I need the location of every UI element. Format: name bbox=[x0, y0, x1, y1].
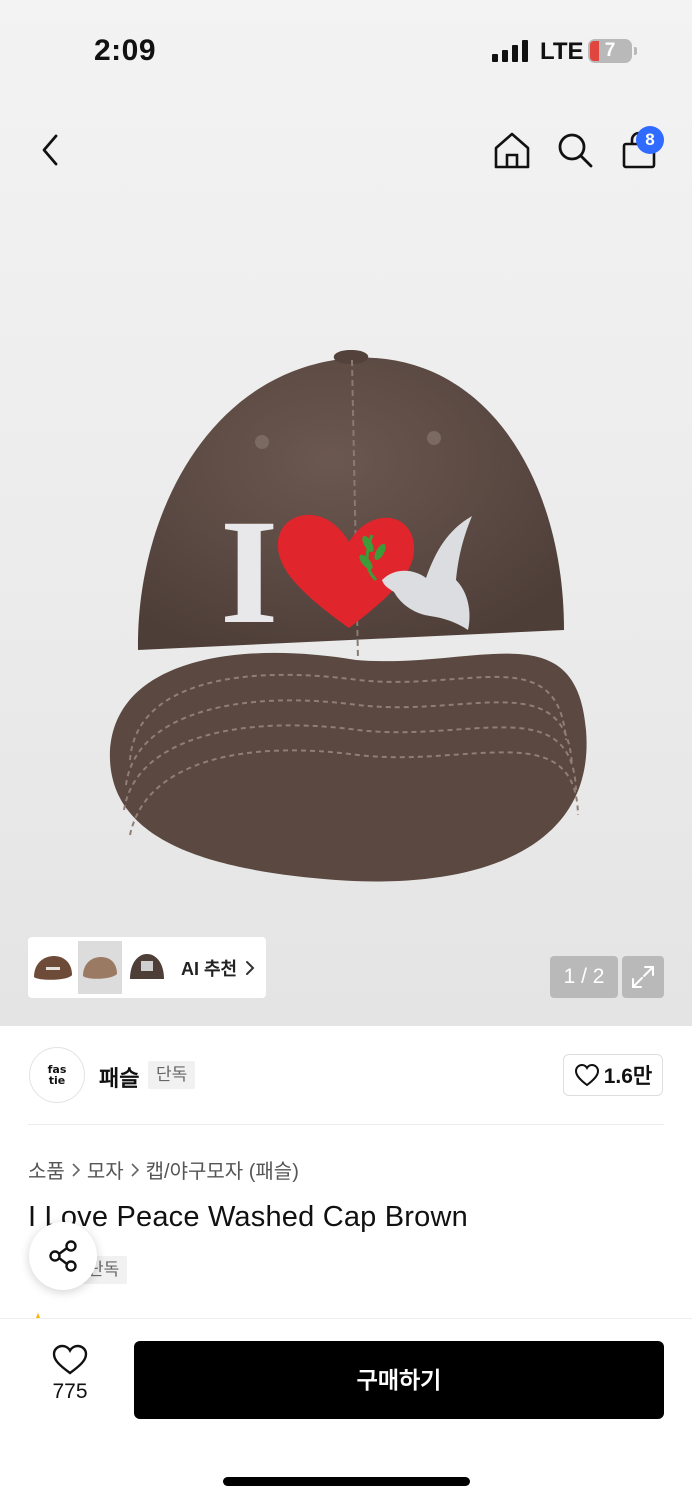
brand-like-button[interactable]: 1.6만 bbox=[563, 1054, 663, 1096]
share-button[interactable] bbox=[29, 1222, 97, 1290]
battery-level: 7 bbox=[604, 40, 616, 61]
brand-like-count: 1.6만 bbox=[603, 1065, 653, 1088]
buy-button[interactable]: 구매하기 bbox=[134, 1341, 664, 1419]
signal-icon bbox=[492, 40, 528, 62]
breadcrumb: 소품 모자 캡/야구모자 (패슬) bbox=[28, 1155, 299, 1184]
search-icon bbox=[558, 133, 593, 168]
brand-logo-line2: tie bbox=[48, 1074, 66, 1087]
home-button[interactable] bbox=[486, 124, 538, 176]
battery-tip bbox=[634, 47, 637, 55]
breadcrumb-item[interactable]: 모자 bbox=[87, 1155, 124, 1184]
brand-logo[interactable]: fas tie bbox=[29, 1047, 85, 1103]
breadcrumb-item[interactable]: 소품 bbox=[28, 1155, 65, 1184]
home-icon bbox=[494, 132, 530, 169]
exclusive-badge: 단독 bbox=[148, 1061, 196, 1089]
search-button[interactable] bbox=[549, 124, 601, 176]
wishlist-button[interactable]: 775 bbox=[36, 1344, 104, 1416]
thumbnail-1[interactable] bbox=[31, 941, 75, 994]
chevron-right-icon bbox=[72, 1162, 80, 1177]
status-bar: 2:09 LTE 7 bbox=[0, 0, 692, 100]
heart-icon bbox=[574, 1063, 599, 1087]
wishlist-count: 775 bbox=[52, 1380, 88, 1403]
chevron-left-icon bbox=[42, 134, 58, 166]
heart-icon bbox=[52, 1344, 88, 1375]
image-page-indicator: 1 / 2 bbox=[550, 956, 618, 998]
thumbnail-3[interactable] bbox=[125, 941, 169, 994]
product-hero: 2:09 LTE 7 8 I AI 추천 1 / 2 bbox=[0, 0, 692, 1026]
product-image[interactable]: I bbox=[96, 330, 596, 890]
cap-letter-i: I bbox=[220, 489, 278, 655]
cart-count-badge: 8 bbox=[636, 126, 664, 154]
breadcrumb-item[interactable]: 캡/야구모자 (패슬) bbox=[146, 1155, 299, 1184]
status-time: 2:09 bbox=[94, 34, 157, 67]
back-button[interactable] bbox=[24, 124, 76, 176]
divider bbox=[28, 1124, 664, 1125]
network-label: LTE bbox=[540, 38, 584, 65]
ai-recommend-label[interactable]: AI 추천 bbox=[181, 955, 237, 981]
chevron-right-icon bbox=[131, 1162, 139, 1177]
home-indicator bbox=[223, 1477, 470, 1486]
chevron-right-icon bbox=[246, 960, 255, 975]
expand-icon bbox=[632, 966, 654, 988]
fullscreen-button[interactable] bbox=[622, 956, 664, 998]
thumbnail-strip[interactable]: AI 추천 bbox=[28, 937, 266, 998]
brand-name[interactable]: 패슬 bbox=[99, 1061, 139, 1093]
product-title: I Love Peace Washed Cap Brown bbox=[28, 1201, 468, 1233]
thumbnail-2[interactable] bbox=[78, 941, 122, 994]
battery-icon: 7 bbox=[588, 39, 632, 63]
share-icon bbox=[49, 1240, 77, 1272]
